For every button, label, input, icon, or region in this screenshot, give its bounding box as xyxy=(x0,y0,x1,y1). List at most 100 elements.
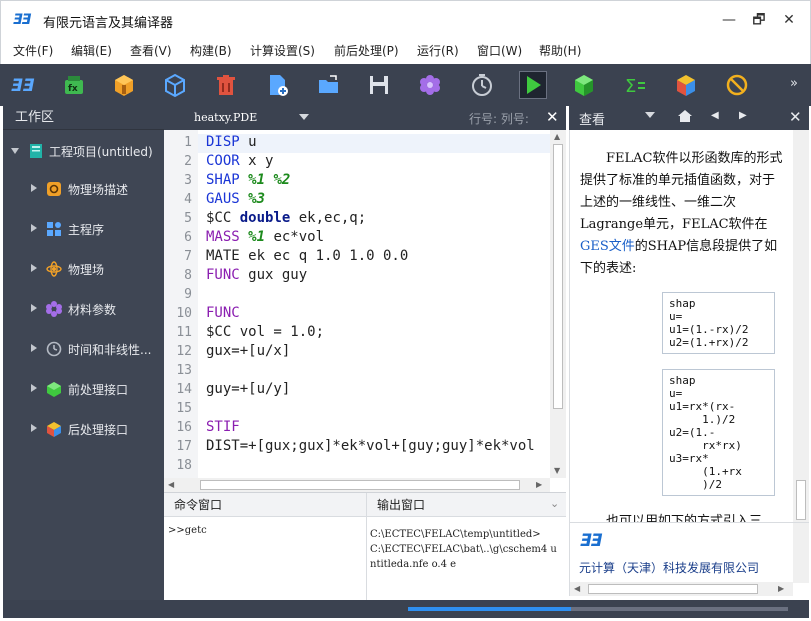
scroll-right-arrow-icon[interactable]: ▶ xyxy=(536,480,542,489)
toolbar: ƎƎ fx Σ » xyxy=(0,64,811,106)
back-arrow-icon[interactable]: ◀ xyxy=(711,110,719,121)
menu-pre-post-processing[interactable]: 前后处理(P) xyxy=(334,42,399,59)
editor-close-icon[interactable]: ✕ xyxy=(546,108,559,126)
restore-button[interactable]: 🗗 xyxy=(749,10,769,30)
code-line[interactable]: SHAP %1 %2 xyxy=(206,172,290,188)
menu-file[interactable]: 文件(F) xyxy=(13,42,53,59)
collapse-chevron-icon[interactable]: ⌄ xyxy=(550,497,559,510)
sigma-icon[interactable]: Σ xyxy=(622,72,648,98)
code-editor[interactable]: 1 DISP u 2 COOR x y 3 SHAP %1 %2 4 GAUS %3 5 $CC … xyxy=(164,130,566,492)
code-line[interactable]: DIST=+[gux;gux]*ek*vol+[guy;guy]*ek*vol xyxy=(206,438,535,454)
menu-window[interactable]: 窗口(W) xyxy=(477,42,522,59)
code-line[interactable]: DISP u xyxy=(206,134,257,150)
viewer-close-icon[interactable]: ✕ xyxy=(789,108,802,126)
code-token: FUNC xyxy=(206,305,240,321)
colored-cube-icon[interactable] xyxy=(673,72,699,98)
status-bar xyxy=(3,600,809,618)
cube-icon[interactable] xyxy=(162,72,188,98)
code-token: x y xyxy=(239,153,274,169)
file-dropdown-icon[interactable] xyxy=(299,114,309,120)
menu-view[interactable]: 查看(V) xyxy=(130,42,172,59)
tree-item-main-program[interactable]: 主程序 xyxy=(3,218,164,242)
code-line[interactable]: gux=+[u/x] xyxy=(206,343,290,359)
expand-arrow-icon[interactable] xyxy=(31,384,37,392)
scroll-right-arrow-icon[interactable]: ▶ xyxy=(778,584,784,593)
code-line[interactable]: $CC vol = 1.0; xyxy=(206,324,324,340)
line-number: 12 xyxy=(176,344,192,359)
play-icon[interactable] xyxy=(519,71,547,99)
code-token: %1 %2 xyxy=(248,172,291,188)
scroll-left-arrow-icon[interactable]: ◀ xyxy=(574,584,580,593)
open-folder-icon[interactable] xyxy=(316,72,342,98)
output-window-title[interactable]: 输出窗口 xyxy=(366,493,566,517)
code-line[interactable]: MATE ek ec q 1.0 1.0 0.0 xyxy=(206,248,408,264)
scroll-down-arrow-icon[interactable]: ▼ xyxy=(554,466,560,475)
viewer-vertical-scrollbar[interactable] xyxy=(793,130,809,522)
editor-vertical-scrollbar[interactable]: ▲ ▼ xyxy=(550,130,566,478)
viewer-dropdown-icon[interactable] xyxy=(645,112,655,118)
scroll-up-arrow-icon[interactable]: ▲ xyxy=(554,132,560,141)
viewer-horizontal-scrollbar[interactable]: ◀ ▶ xyxy=(569,582,793,596)
tree-item-material-params[interactable]: 材料参数 xyxy=(3,298,164,322)
tree-item-time-nonlinear[interactable]: 时间和非线性... xyxy=(3,338,164,362)
home-icon[interactable] xyxy=(677,108,693,128)
code-token: DIST=+[gux;gux]*ek*vol+[guy;guy]*ek*vol xyxy=(206,438,535,454)
editor-horizontal-scroll-thumb[interactable] xyxy=(200,480,520,490)
viewer-horizontal-scroll-thumb[interactable] xyxy=(588,584,758,594)
trash-icon[interactable] xyxy=(213,72,239,98)
collapse-arrow-icon[interactable] xyxy=(11,148,19,154)
clock-icon[interactable] xyxy=(469,72,495,98)
expand-arrow-icon[interactable] xyxy=(31,344,37,352)
minimize-button[interactable]: — xyxy=(719,10,739,30)
flower-icon[interactable] xyxy=(417,72,443,98)
expand-arrow-icon[interactable] xyxy=(31,184,37,192)
company-banner: ƎƎ 元计算（天津）科技发展有限公司 xyxy=(569,522,809,583)
tree-item-postprocess-interface[interactable]: 后处理接口 xyxy=(3,418,164,442)
stop-icon[interactable] xyxy=(724,72,750,98)
line-number: 5 xyxy=(184,211,192,226)
app-logo-icon[interactable]: ƎƎ xyxy=(10,72,36,98)
code-line[interactable]: COOR x y xyxy=(206,153,273,169)
fx-icon[interactable]: fx xyxy=(61,72,87,98)
editor-file-tab[interactable]: heatxy.PDE xyxy=(174,106,319,130)
line-number: 11 xyxy=(176,325,192,340)
expand-arrow-icon[interactable] xyxy=(31,304,37,312)
viewer-vertical-scroll-thumb[interactable] xyxy=(796,480,806,520)
code-sample-2: shap u= u1=rx*(rx- 1.)/2 u2=(1.- rx*rx) … xyxy=(662,369,775,496)
menu-run[interactable]: 运行(R) xyxy=(417,42,459,59)
company-scrollbar[interactable] xyxy=(793,523,809,583)
tree-item-physics-field[interactable]: 物理场 xyxy=(3,258,164,282)
code-line[interactable]: GAUS %3 xyxy=(206,191,265,207)
tree-root-project[interactable]: 工程项目(untitled) xyxy=(3,138,164,164)
editor-vertical-scroll-thumb[interactable] xyxy=(553,144,563,409)
tree-item-preprocess-interface[interactable]: 前处理接口 xyxy=(3,378,164,402)
expand-arrow-icon[interactable] xyxy=(31,264,37,272)
code-line[interactable]: FUNC xyxy=(206,305,240,321)
menu-help[interactable]: 帮助(H) xyxy=(539,42,581,59)
close-button[interactable]: ✕ xyxy=(779,10,799,30)
command-window-title[interactable]: 命令窗口 xyxy=(164,493,366,517)
tree-item-physics-description[interactable]: 物理场描述 xyxy=(3,178,164,202)
code-line[interactable]: STIF xyxy=(206,419,240,435)
app-logo: ƎƎ xyxy=(13,12,31,28)
forward-arrow-icon[interactable]: ▶ xyxy=(739,110,747,121)
code-line[interactable]: $CC double ek,ec,q; xyxy=(206,210,366,226)
package-icon[interactable] xyxy=(111,72,137,98)
menu-edit[interactable]: 编辑(E) xyxy=(71,42,112,59)
toolbar-overflow-icon[interactable]: » xyxy=(790,76,798,91)
new-file-icon[interactable] xyxy=(265,72,291,98)
menu-build[interactable]: 构建(B) xyxy=(190,42,232,59)
expand-arrow-icon[interactable] xyxy=(31,424,37,432)
scroll-left-arrow-icon[interactable]: ◀ xyxy=(168,480,174,489)
code-line[interactable]: FUNC gux guy xyxy=(206,267,307,283)
command-input[interactable]: >>getc xyxy=(168,525,207,536)
editor-horizontal-scrollbar[interactable]: ◀ ▶ xyxy=(164,478,550,492)
doc-link-ges[interactable]: GES文件 xyxy=(580,239,635,254)
code-line[interactable]: guy=+[u/y] xyxy=(206,381,290,397)
code-line[interactable]: MASS %1 ec*vol xyxy=(206,229,324,245)
menu-compute-settings[interactable]: 计算设置(S) xyxy=(250,42,315,59)
expand-arrow-icon[interactable] xyxy=(31,224,37,232)
save-icon[interactable] xyxy=(366,72,392,98)
green-cube-icon[interactable] xyxy=(571,72,597,98)
line-number: 14 xyxy=(176,382,192,397)
